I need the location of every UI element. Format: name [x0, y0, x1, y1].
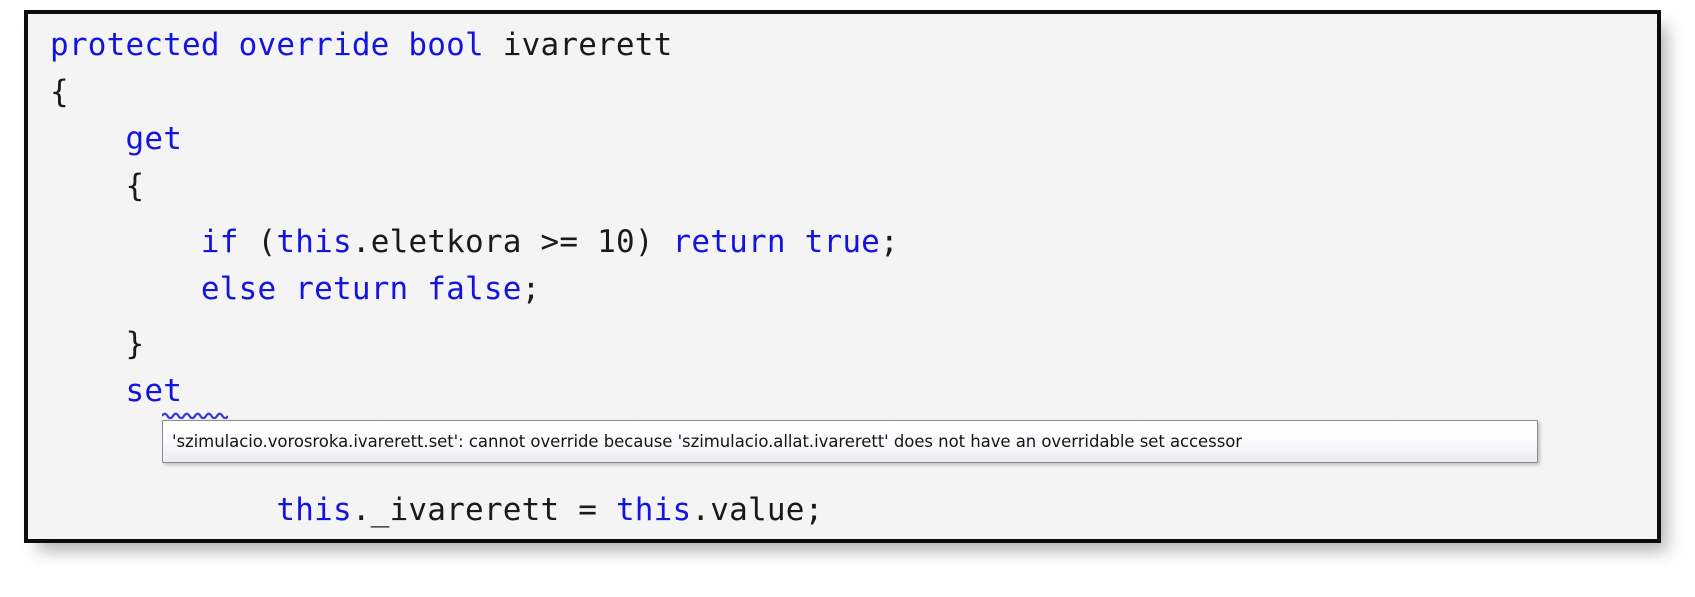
code-token-field-assignment: ._ivarerett =	[351, 492, 616, 528]
code-token-set-keyword[interactable]: set	[125, 373, 182, 409]
code-editor-surface[interactable]: protected override bool ivarerett { get …	[28, 14, 1657, 539]
code-token-keyword: protected override bool	[50, 27, 503, 63]
code-token-this-keyword: this	[615, 492, 692, 528]
code-token-get-keyword: get	[125, 121, 183, 157]
code-token-identifier: ivarerett	[502, 27, 673, 63]
code-token-brace: }	[125, 326, 145, 362]
code-token-value-member: .value;	[691, 492, 824, 528]
code-token-paren: (	[257, 224, 277, 260]
code-token-if-keyword: if	[200, 224, 258, 260]
code-token-else-return-false: else return false	[200, 271, 522, 307]
code-line-5[interactable]: else return false;	[50, 274, 540, 305]
code-token-member-expression: .eletkora >= 10)	[351, 224, 673, 260]
code-line-6[interactable]: }	[50, 329, 144, 360]
code-token-semicolon: ;	[521, 271, 541, 307]
error-squiggle-underline	[162, 410, 228, 419]
code-line-3[interactable]: {	[50, 171, 144, 202]
code-line-4[interactable]: if (this.eletkora >= 10) return true;	[50, 227, 899, 258]
code-token-brace: {	[50, 74, 69, 110]
code-token-this-keyword: this	[276, 492, 352, 528]
code-line-7[interactable]: set	[50, 376, 182, 407]
code-token-this-keyword: this	[276, 224, 352, 260]
compiler-error-tooltip-message: 'szimulacio.vorosroka.ivarerett.set': ca…	[172, 432, 1243, 451]
code-token-brace: {	[125, 168, 145, 204]
code-line-8[interactable]: this._ivarerett = this.value;	[50, 495, 823, 526]
code-token-return-true: return true	[672, 224, 881, 260]
compiler-error-tooltip: 'szimulacio.vorosroka.ivarerett.set': ca…	[162, 420, 1538, 463]
code-editor-panel[interactable]: protected override bool ivarerett { get …	[24, 10, 1661, 543]
code-token-semicolon: ;	[880, 224, 899, 260]
code-line-2[interactable]: get	[50, 124, 182, 155]
code-line-1[interactable]: {	[50, 77, 69, 108]
screenshot-root: protected override bool ivarerett { get …	[0, 0, 1695, 597]
code-line-0[interactable]: protected override bool ivarerett	[50, 30, 673, 61]
